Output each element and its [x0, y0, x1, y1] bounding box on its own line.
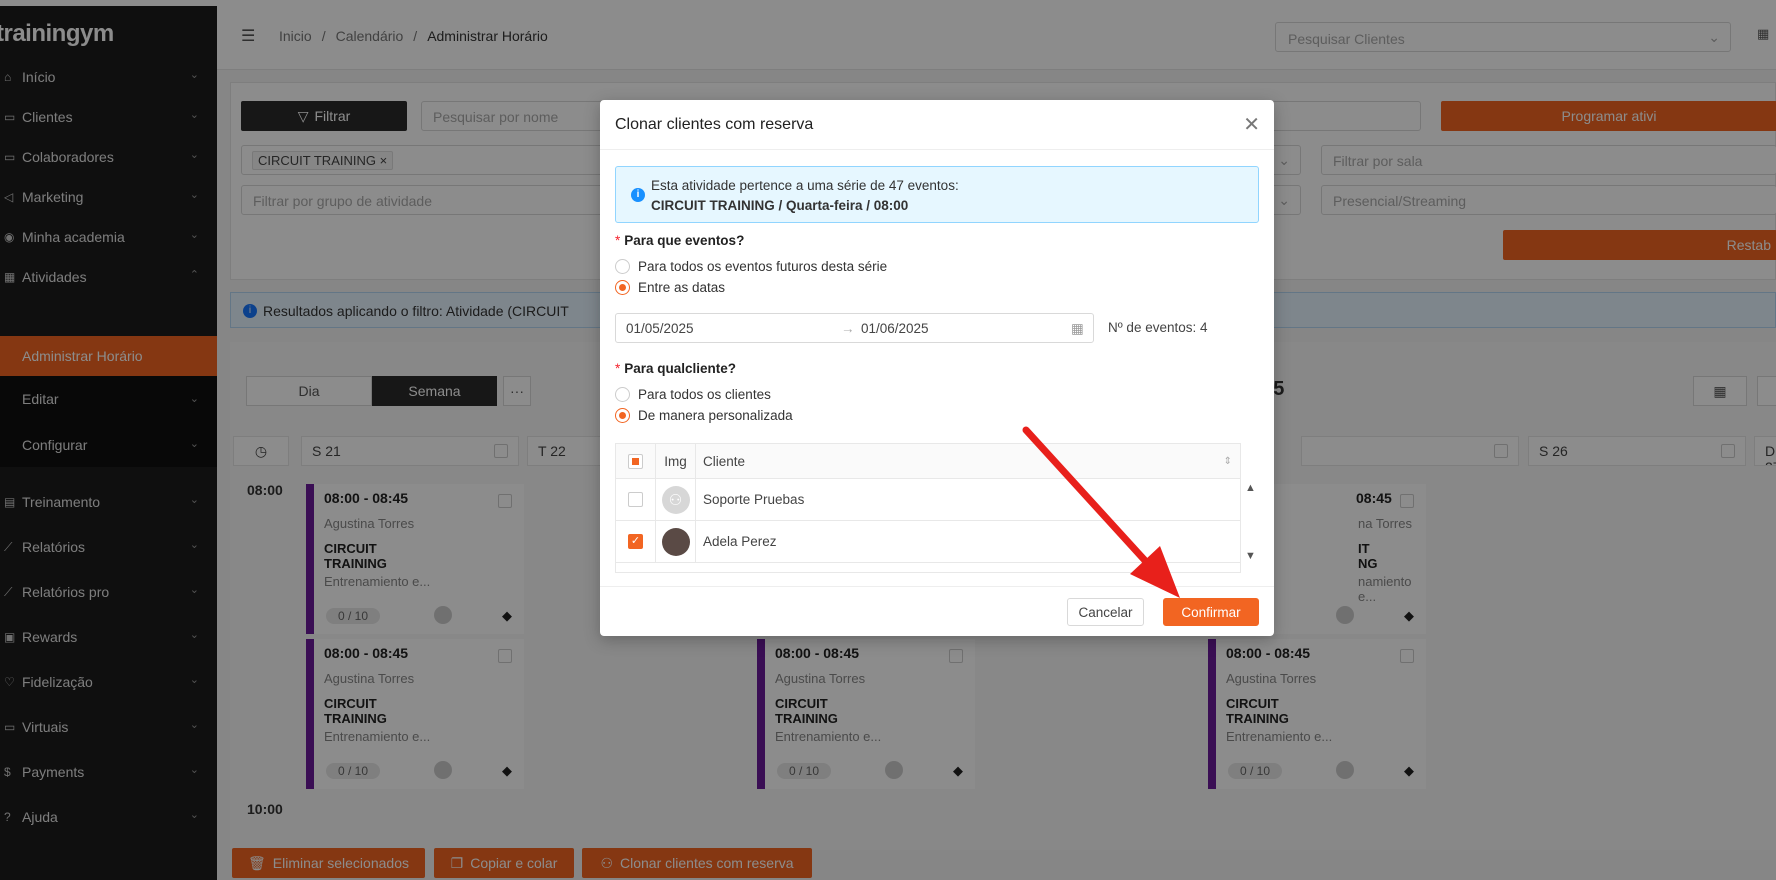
date-from[interactable]: 01/05/2025: [626, 321, 694, 336]
radio-custom-clients[interactable]: De manera personalizada: [615, 408, 793, 423]
client-column-header[interactable]: Cliente ⇕: [696, 444, 1240, 478]
series-info-detail: CIRCUIT TRAINING / Quarta-feira / 08:00: [651, 198, 909, 213]
table-row[interactable]: ✓ Adela Perez: [616, 521, 1240, 563]
scroll-up-arrow-icon[interactable]: ▲: [1245, 482, 1256, 494]
clone-clients-modal: Clonar clientes com reserva ✕ i Esta ati…: [600, 100, 1274, 636]
confirm-label: Confirmar: [1181, 604, 1241, 620]
clients-table: Img Cliente ⇕ ⚇ Soporte Pruebas ✓ Adela P…: [615, 443, 1241, 573]
modal-title: Clonar clientes com reserva: [615, 116, 814, 133]
series-info-text: Esta atividade pertence a uma série de 4…: [651, 178, 959, 193]
radio-all-future-events[interactable]: Para todos os eventos futuros desta séri…: [615, 259, 887, 274]
row-img-cell: ⚇: [656, 479, 696, 520]
radio-between-dates[interactable]: Entre as datas: [615, 280, 725, 295]
client-name: Soporte Pruebas: [703, 492, 805, 507]
radio-label: Para todos os clientes: [638, 387, 771, 402]
series-info-alert: i Esta atividade pertence a uma série de…: [615, 166, 1259, 223]
arrow-right-icon: →: [841, 321, 855, 336]
radio-button-selected[interactable]: [615, 408, 630, 423]
user-placeholder-avatar: ⚇: [661, 485, 690, 514]
close-icon[interactable]: ✕: [1243, 112, 1260, 137]
clients-question-text: Para qualcliente?: [624, 361, 737, 376]
row-select-cell: [616, 479, 656, 520]
events-question-text: Para que eventos?: [624, 233, 745, 248]
row-client-cell: Adela Perez: [696, 521, 1240, 562]
client-header-label: Cliente: [703, 453, 746, 469]
scroll-down-arrow-icon[interactable]: ▼: [1245, 550, 1256, 562]
app-root: trainingym ⌂ Início ⌄ ▭ Clientes ⌄ ▭ Colabora…: [0, 0, 1776, 880]
img-column-header: Img: [656, 444, 696, 478]
radio-label: De manera personalizada: [638, 408, 793, 423]
radio-label: Entre as datas: [638, 280, 726, 295]
radio-label: Para todos os eventos futuros desta séri…: [638, 259, 888, 274]
row-checkbox-checked[interactable]: ✓: [628, 534, 643, 549]
row-select-cell: ✓: [616, 521, 656, 562]
row-client-cell: Soporte Pruebas: [696, 479, 1240, 520]
clients-question-label: * Para qualcliente?: [615, 361, 736, 376]
events-count: Nº de eventos: 4: [1108, 320, 1208, 335]
sort-icon[interactable]: ⇕: [1224, 456, 1232, 467]
modal-header: Clonar clientes com reserva: [600, 100, 1274, 150]
cancel-button[interactable]: Cancelar: [1067, 598, 1144, 626]
row-img-cell: [656, 521, 696, 562]
confirm-button[interactable]: Confirmar: [1163, 598, 1259, 626]
calendar-icon: ▦: [1071, 321, 1084, 336]
select-all-checkbox[interactable]: [628, 453, 643, 469]
required-mark: *: [615, 233, 621, 248]
select-all-cell: [616, 444, 656, 478]
modal-footer-divider: [600, 586, 1274, 587]
table-row[interactable]: ⚇ Soporte Pruebas: [616, 479, 1240, 521]
table-header-row: Img Cliente ⇕: [616, 444, 1240, 479]
radio-button[interactable]: [615, 387, 630, 402]
radio-all-clients[interactable]: Para todos os clientes: [615, 387, 771, 402]
required-mark: *: [615, 361, 621, 376]
date-to[interactable]: 01/06/2025: [861, 321, 929, 336]
date-range-picker[interactable]: 01/05/2025 → 01/06/2025 ▦: [615, 313, 1094, 343]
client-name: Adela Perez: [703, 534, 777, 549]
info-icon: i: [631, 188, 645, 202]
radio-button[interactable]: [615, 259, 630, 274]
radio-button-selected[interactable]: [615, 280, 630, 295]
events-question-label: * Para que eventos?: [615, 233, 744, 248]
img-header-label: Img: [664, 453, 687, 469]
cancel-label: Cancelar: [1078, 604, 1133, 620]
user-photo-avatar: [661, 527, 690, 556]
row-checkbox[interactable]: [628, 492, 643, 507]
